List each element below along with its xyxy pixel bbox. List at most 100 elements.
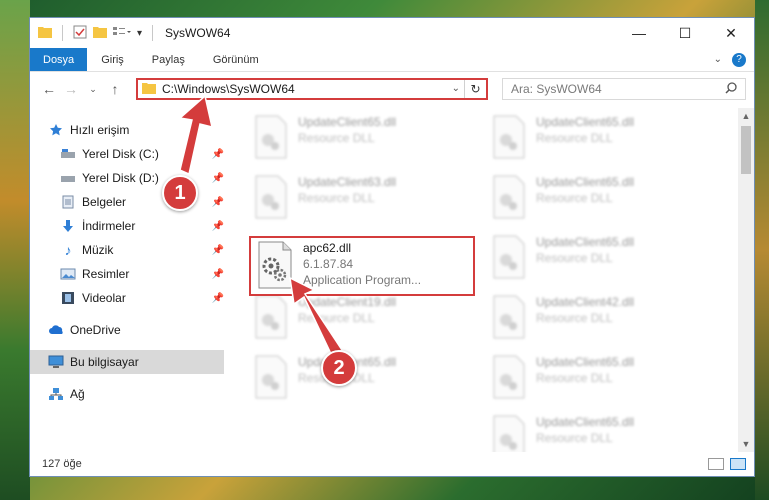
documents-icon [60, 194, 76, 210]
drive-icon [60, 146, 76, 162]
file-name: UpdateClient65.dll [536, 415, 635, 429]
sidebar-item-local-disk-c[interactable]: Yerel Disk (C:) 📌 [30, 142, 224, 166]
pin-icon[interactable]: 📌 [212, 269, 224, 280]
list-item[interactable]: UpdateClient63.dll Resource DLL [252, 174, 452, 230]
file-name: UpdateClient19.dll [298, 295, 397, 309]
forward-arrow-icon[interactable]: → [60, 81, 82, 97]
dll-gear-file-icon [258, 241, 292, 289]
ribbon-right-controls: ⌄ ? [714, 48, 754, 71]
back-arrow-icon[interactable]: ← [38, 81, 60, 97]
explorer-window: ▾ SysWOW64 — ☐ ✕ Dosya Giriş Paylaş Görü… [29, 17, 755, 477]
pin-icon[interactable]: 📌 [212, 293, 224, 304]
minimize-button[interactable]: — [616, 18, 662, 48]
tab-view[interactable]: Görünüm [199, 48, 273, 71]
list-item[interactable]: UpdateClient42.dll Resource DLL [490, 294, 690, 350]
refresh-icon[interactable]: ↻ [464, 80, 486, 98]
large-icons-view-icon[interactable] [730, 458, 746, 470]
help-icon[interactable]: ? [732, 52, 746, 67]
sidebar-item-label: Bu bilgisayar [70, 355, 139, 369]
dll-file-icon [493, 415, 525, 452]
navigation-pane: Hızlı erişim Yerel Disk (C:) 📌 Yerel Dis… [30, 108, 224, 452]
address-path[interactable]: C:\Windows\SysWOW64 [162, 82, 295, 96]
sidebar-item-network[interactable]: Ağ [30, 382, 224, 406]
folder-icon [142, 82, 156, 97]
sidebar-item-label: İndirmeler [82, 219, 136, 233]
file-description: Resource DLL [536, 431, 613, 445]
file-description: Resource DLL [536, 311, 613, 325]
sidebar-item-label: Resimler [82, 267, 130, 281]
folder-icon [38, 26, 52, 41]
up-arrow-icon[interactable]: ↑ [104, 81, 126, 97]
sidebar-item-pictures[interactable]: Resimler 📌 [30, 262, 224, 286]
main-area: Hızlı erişim Yerel Disk (C:) 📌 Yerel Dis… [30, 108, 754, 452]
pin-icon[interactable]: 📌 [212, 197, 224, 208]
file-name: UpdateClient65.dll [536, 355, 635, 369]
search-input[interactable]: Ara: SysWOW64 [502, 78, 746, 100]
tab-file[interactable]: Dosya [30, 48, 88, 71]
list-item[interactable]: UpdateClient65.dll Resource DLL [490, 114, 690, 170]
sidebar-item-downloads[interactable]: İndirmeler 📌 [30, 214, 224, 238]
list-item[interactable]: UpdateClient19.dll Resource DLL [252, 294, 452, 350]
list-item[interactable]: UpdateClient65.dll Resource DLL [490, 174, 690, 230]
sidebar-item-label: Yerel Disk (D:) [82, 171, 159, 185]
sidebar-item-videos[interactable]: Videolar 📌 [30, 286, 224, 310]
network-icon [48, 386, 64, 402]
file-name: UpdateClient65.dll [536, 235, 635, 249]
scroll-down-icon[interactable]: ▼ [738, 436, 754, 452]
computer-icon [48, 354, 64, 370]
properties-icon[interactable] [73, 25, 87, 42]
list-item[interactable]: UpdateClient65.dll Resource DLL [490, 234, 690, 290]
details-view-icon[interactable] [708, 458, 724, 470]
expand-ribbon-icon[interactable]: ⌄ [714, 54, 722, 65]
tab-home[interactable]: Giriş [87, 48, 138, 71]
list-item[interactable]: UpdateClient65.dll Resource DLL [490, 414, 690, 452]
maximize-button[interactable]: ☐ [662, 18, 708, 48]
download-icon [60, 218, 76, 234]
sidebar-item-music[interactable]: ♪ Müzik 📌 [30, 238, 225, 262]
sidebar-item-this-pc[interactable]: Bu bilgisayar [30, 350, 224, 374]
search-icon[interactable] [725, 82, 737, 97]
title-bar: ▾ SysWOW64 — ☐ ✕ [30, 18, 754, 48]
pin-icon[interactable]: 📌 [212, 173, 224, 184]
view-switcher [708, 458, 754, 470]
sidebar-item-label: OneDrive [70, 323, 121, 337]
customize-qat-icon[interactable] [113, 26, 131, 41]
pin-icon[interactable]: 📌 [212, 245, 224, 256]
close-button[interactable]: ✕ [708, 18, 754, 48]
file-name: UpdateClient65.dll [298, 115, 397, 129]
navigation-bar: ← → ⌄ ↑ C:\Windows\SysWOW64 ⌄ ↻ Ara: Sys… [30, 72, 754, 106]
list-item[interactable]: UpdateClient65.dll Resource DLL [490, 354, 690, 410]
scrollbar-thumb[interactable] [741, 126, 751, 174]
window-controls: — ☐ ✕ [616, 18, 754, 48]
pin-icon[interactable]: 📌 [212, 221, 224, 232]
file-name: apc62.dll [303, 241, 352, 255]
address-bar[interactable]: C:\Windows\SysWOW64 ⌄ ↻ [136, 78, 488, 100]
recent-locations-icon[interactable]: ⌄ [82, 84, 104, 95]
sidebar-item-label: Müzik [82, 243, 114, 257]
sidebar-item-label: Hızlı erişim [70, 123, 130, 137]
search-placeholder: Ara: SysWOW64 [511, 82, 602, 96]
qat-dropdown-icon[interactable]: ▾ [137, 28, 142, 39]
file-name: UpdateClient63.dll [298, 175, 397, 189]
callout-badge-2: 2 [321, 350, 357, 386]
new-folder-icon[interactable] [93, 26, 107, 41]
sidebar-item-onedrive[interactable]: OneDrive [30, 318, 224, 342]
address-dropdown-icon[interactable]: ⌄ [452, 83, 460, 94]
file-description: Resource DLL [298, 131, 375, 145]
ribbon-tabs: Dosya Giriş Paylaş Görünüm ⌄ ? [30, 48, 754, 72]
vertical-scrollbar[interactable]: ▲ ▼ [738, 108, 754, 452]
list-item[interactable]: UpdateClient65.dll Resource DLL [252, 114, 452, 170]
tab-share[interactable]: Paylaş [138, 48, 199, 71]
file-name: UpdateClient65.dll [536, 175, 635, 189]
file-description: Resource DLL [298, 191, 375, 205]
sidebar-item-label: Videolar [82, 291, 126, 305]
sidebar-item-quick-access[interactable]: Hızlı erişim [30, 118, 224, 142]
pin-icon[interactable]: 📌 [212, 149, 224, 160]
scroll-up-icon[interactable]: ▲ [738, 108, 754, 124]
file-description: Resource DLL [536, 131, 613, 145]
dll-file-icon [255, 175, 287, 219]
pictures-icon [60, 266, 76, 282]
dll-file-icon [255, 355, 287, 399]
selected-file-tile[interactable]: apc62.dll 6.1.87.84 Application Program.… [249, 236, 475, 296]
desktop-background-left [0, 0, 30, 500]
